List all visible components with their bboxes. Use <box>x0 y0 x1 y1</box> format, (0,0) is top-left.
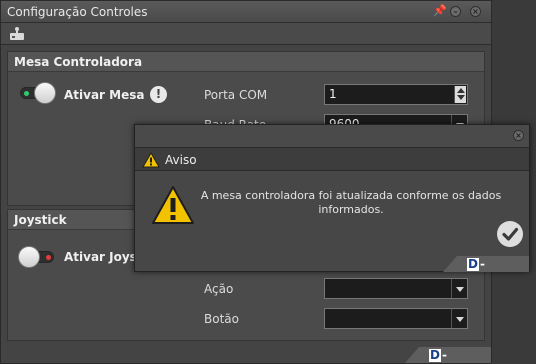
porta-com-stepper[interactable]: 1 <box>324 84 468 105</box>
warning-icon <box>142 152 160 168</box>
dialog-header: Aviso <box>135 147 529 171</box>
botao-label: Botão <box>204 312 239 326</box>
botao-select[interactable] <box>324 308 468 329</box>
led-off-icon <box>46 255 51 260</box>
porta-com-label: Porta COM <box>204 88 268 102</box>
acao-label: Ação <box>204 282 234 296</box>
pin-icon[interactable]: 📌 <box>433 4 447 17</box>
aviso-dialog: × Aviso A mesa controladora foi atualiza… <box>134 124 530 272</box>
confirm-button[interactable] <box>497 221 523 247</box>
stepper-arrows[interactable] <box>454 86 466 103</box>
dialog-message: A mesa controladora foi atualizada confo… <box>200 189 502 216</box>
ativar-mesa-label: Ativar Mesa <box>64 88 145 102</box>
minimize-icon[interactable]: – <box>450 6 461 17</box>
led-on-icon <box>24 91 29 96</box>
info-icon[interactable]: ! <box>150 86 167 103</box>
dguard-logo: D-Guard <box>405 347 491 363</box>
window-titlebar[interactable]: Configuração Controles 📌 – × <box>1 1 491 23</box>
chevron-down-icon[interactable] <box>451 309 467 328</box>
dguard-logo: D-Guard <box>443 256 529 272</box>
mesa-group-header: Mesa Controladora <box>8 52 484 72</box>
window-title: Configuração Controles <box>7 5 148 19</box>
dialog-title: Aviso <box>165 153 197 167</box>
close-icon[interactable]: × <box>470 6 481 17</box>
close-icon[interactable]: × <box>513 130 524 141</box>
warning-icon <box>152 186 194 224</box>
ativar-joystick-toggle[interactable] <box>18 246 56 268</box>
acao-select[interactable] <box>324 278 468 299</box>
controller-icon[interactable] <box>9 27 25 41</box>
dialog-titlebar[interactable]: × <box>135 125 529 147</box>
porta-com-value: 1 <box>329 87 337 101</box>
check-icon <box>502 227 519 241</box>
chevron-down-icon[interactable] <box>451 279 467 298</box>
toolbar <box>1 23 491 45</box>
ativar-mesa-toggle[interactable] <box>18 82 56 104</box>
